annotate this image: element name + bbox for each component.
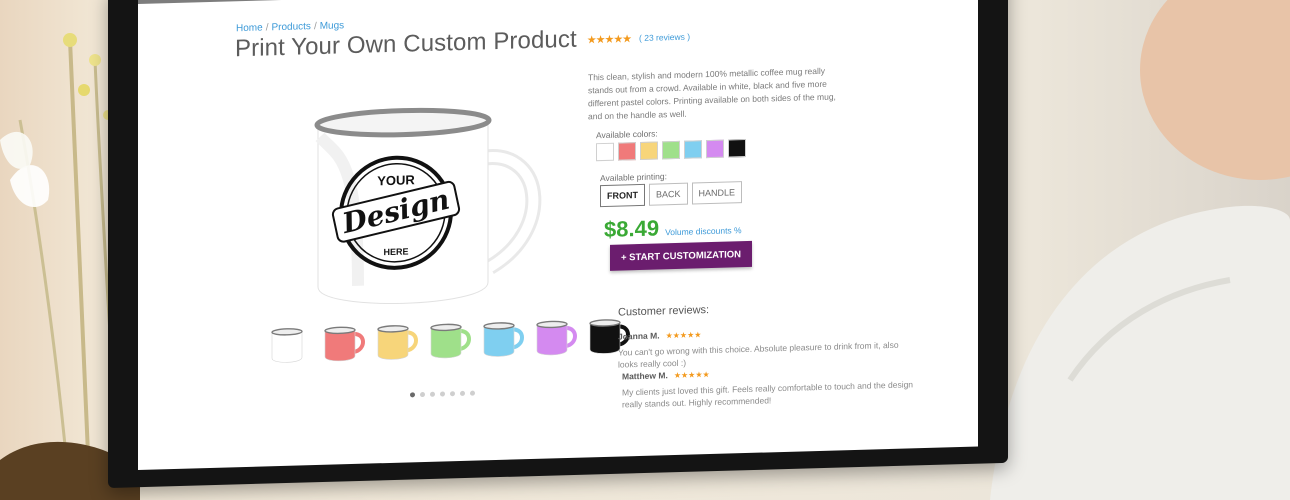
product-main-image[interactable]: YOUR Design HERE	[298, 90, 558, 312]
volume-discounts-link[interactable]: Volume discounts %	[665, 225, 742, 237]
carousel-dot[interactable]	[410, 392, 415, 398]
thumbnail-mug[interactable]	[427, 319, 472, 360]
breadcrumb-separator: /	[313, 21, 317, 33]
review-text: My clients just loved this gift. Feels r…	[622, 379, 914, 410]
reviews-link[interactable]: ( 23 reviews )	[639, 32, 690, 43]
color-swatch[interactable]	[662, 140, 680, 160]
breadcrumb-products[interactable]: Products	[271, 21, 310, 33]
review-stars: ★★★★★	[673, 370, 710, 381]
reviewer-name: Matthew M.	[622, 370, 668, 382]
printing-back-button[interactable]: BACK	[649, 182, 688, 206]
carousel-dots	[410, 390, 475, 398]
breadcrumb-mugs[interactable]: Mugs	[320, 20, 344, 32]
browser-top-bar	[138, 0, 978, 4]
carousel-dot[interactable]	[470, 390, 475, 396]
breadcrumb-home[interactable]: Home	[236, 23, 263, 35]
carousel-dot[interactable]	[460, 390, 465, 397]
printing-front-button[interactable]: FRONT	[600, 183, 645, 208]
color-swatch[interactable]	[618, 142, 636, 161]
thumbnail-mug[interactable]	[321, 322, 366, 363]
thumbnail-mug[interactable]	[268, 323, 313, 364]
color-swatch[interactable]	[684, 140, 702, 159]
reviewer-name: Joanna M.	[618, 330, 660, 342]
carousel-dot[interactable]	[450, 391, 455, 397]
mug-design-bottom: HERE	[383, 246, 408, 257]
review-item: Matthew M. ★★★★★ My clients just loved th…	[622, 358, 922, 410]
thumbnail-mug[interactable]	[480, 317, 525, 358]
reviews-title: Customer reviews:	[618, 304, 710, 319]
color-swatches	[596, 139, 746, 162]
printing-label: Available printing:	[600, 171, 667, 184]
carousel-dot[interactable]	[430, 391, 435, 397]
thumbnail-mug[interactable]	[533, 316, 578, 357]
rating-stars: ★★★★★	[586, 32, 632, 46]
color-swatch[interactable]	[728, 139, 746, 158]
color-swatch[interactable]	[706, 139, 724, 159]
printing-options: FRONT BACK HANDLE	[600, 181, 743, 208]
product-description: This clean, stylish and modern 100% meta…	[588, 65, 836, 122]
thumbnail-mug[interactable]	[374, 320, 419, 361]
breadcrumb-separator: /	[265, 22, 269, 34]
review-stars: ★★★★★	[665, 330, 702, 341]
price-row: $8.49 Volume discounts %	[604, 213, 742, 243]
thumbnail-gallery	[268, 314, 631, 364]
carousel-dot[interactable]	[440, 391, 445, 397]
product-page: Home / Products / Mugs Print Your Own Custom…	[138, 0, 978, 470]
color-swatch[interactable]	[596, 142, 614, 162]
carousel-dot[interactable]	[420, 391, 425, 398]
start-customization-button[interactable]: + START CUSTOMIZATION	[610, 240, 752, 271]
colors-label: Available colors:	[596, 128, 658, 141]
mug-design-top: YOUR	[377, 172, 415, 188]
color-swatch[interactable]	[640, 141, 658, 160]
price: $8.49	[604, 215, 660, 242]
printing-handle-button[interactable]: HANDLE	[691, 181, 743, 205]
